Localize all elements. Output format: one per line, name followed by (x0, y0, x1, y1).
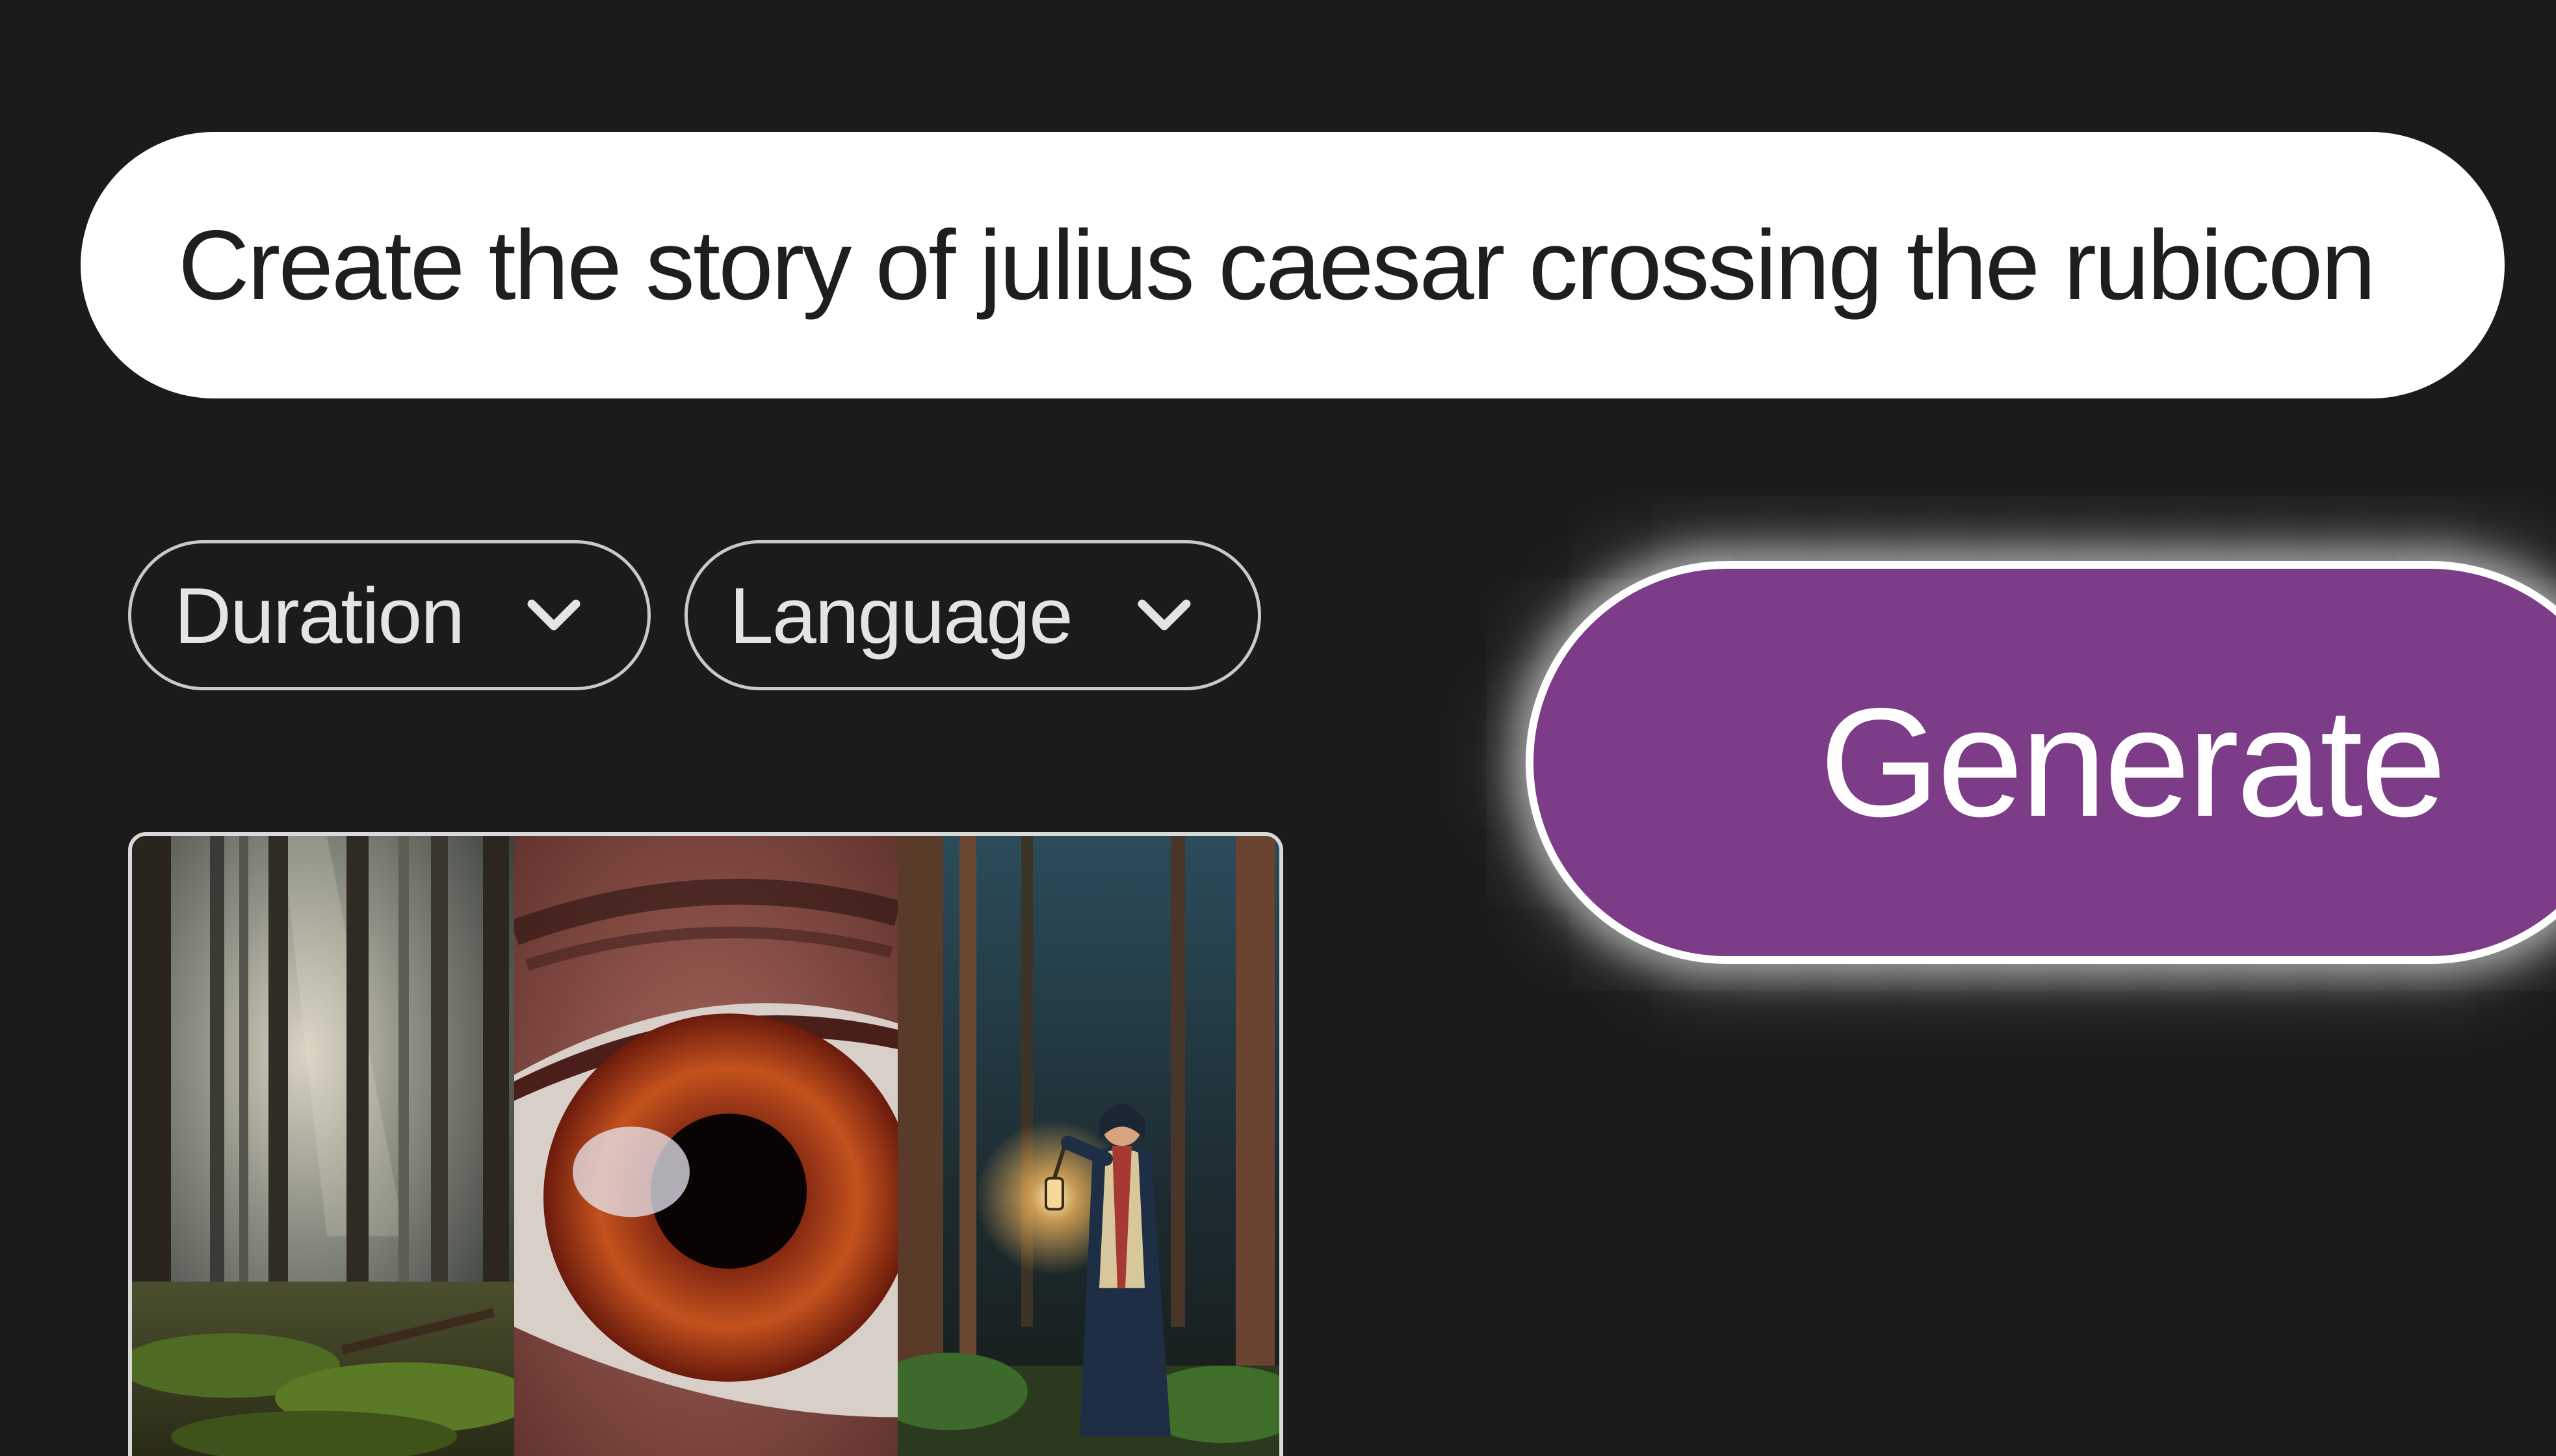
forest-image (132, 836, 514, 1456)
duration-label: Duration (174, 571, 465, 660)
language-label: Language (729, 571, 1073, 660)
lantern-woman-image (898, 836, 1279, 1456)
language-dropdown[interactable]: Language (685, 540, 1261, 690)
example-gallery (128, 832, 1283, 1456)
eye-image (514, 836, 898, 1456)
chevron-down-icon (527, 599, 580, 630)
prompt-text: Create the story of julius caesar crossi… (178, 209, 2376, 320)
duration-dropdown[interactable]: Duration (128, 540, 651, 690)
prompt-input[interactable]: Create the story of julius caesar crossi… (81, 132, 2505, 398)
generate-button[interactable]: Generate (1526, 561, 2556, 964)
chevron-down-icon (1138, 599, 1191, 630)
generate-label: Generate (1819, 676, 2446, 849)
